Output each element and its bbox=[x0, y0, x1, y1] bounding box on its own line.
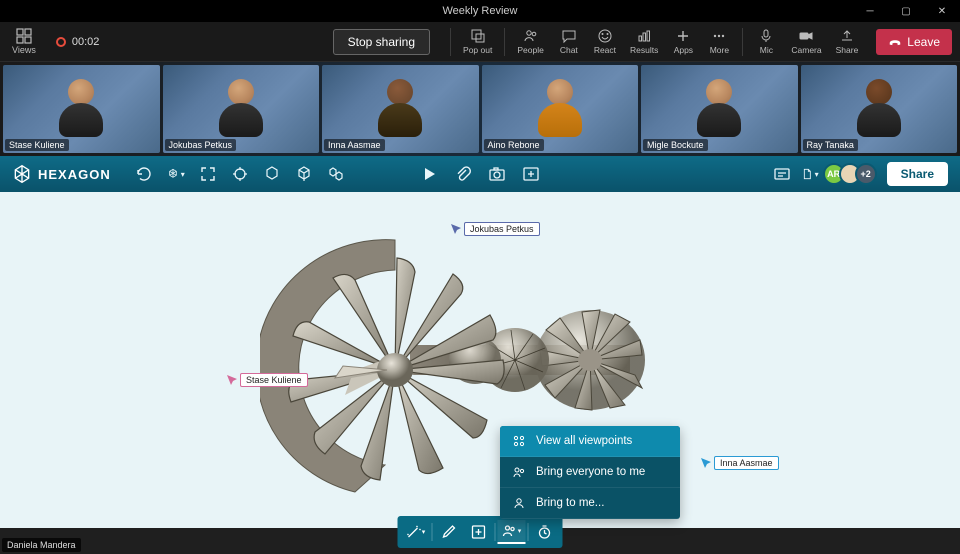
views-label: Views bbox=[12, 45, 36, 55]
bottom-toolbar: ▾ ▾ bbox=[398, 516, 563, 548]
window-title: Weekly Review bbox=[443, 5, 518, 17]
react-button[interactable]: React bbox=[588, 26, 622, 57]
chat-button[interactable]: Chat bbox=[552, 26, 586, 57]
results-button[interactable]: Results bbox=[624, 26, 664, 57]
add-note-icon[interactable] bbox=[465, 520, 493, 544]
menu-item-bring-everyone[interactable]: Bring everyone to me bbox=[500, 457, 680, 488]
cube-single-icon[interactable] bbox=[263, 165, 281, 183]
hexagon-logo[interactable]: HEXAGON bbox=[12, 164, 111, 184]
menu-item-view-all[interactable]: View all viewpoints bbox=[500, 426, 680, 457]
avatar-overflow: +2 bbox=[855, 163, 877, 185]
remote-cursor: Stase Kuliene bbox=[226, 373, 308, 387]
maximize-button[interactable]: ▢ bbox=[888, 0, 924, 22]
play-icon[interactable] bbox=[420, 165, 438, 183]
people-dropdown-icon[interactable]: ▾ bbox=[498, 520, 526, 544]
target-icon[interactable] bbox=[231, 165, 249, 183]
refresh-icon[interactable] bbox=[135, 165, 153, 183]
pen-icon[interactable] bbox=[435, 520, 463, 544]
camera-icon[interactable] bbox=[488, 165, 506, 183]
status-username: Daniela Mandera bbox=[2, 538, 81, 552]
participant-tile[interactable]: Stase Kuliene bbox=[3, 65, 160, 153]
stop-sharing-button[interactable]: Stop sharing bbox=[333, 29, 430, 55]
attach-icon[interactable] bbox=[454, 165, 472, 183]
more-button[interactable]: More bbox=[702, 26, 736, 57]
camera-button[interactable]: Camera bbox=[785, 26, 827, 57]
add-panel-icon[interactable] bbox=[522, 165, 540, 183]
people-button[interactable]: People bbox=[511, 26, 549, 57]
avatar-stack[interactable]: AR +2 bbox=[829, 163, 877, 185]
leave-button[interactable]: Leave bbox=[876, 29, 952, 55]
cube-dropdown-icon[interactable]: ▾ bbox=[167, 165, 185, 183]
participant-tile[interactable]: Aino Rebone bbox=[482, 65, 639, 153]
cube-link-icon[interactable] bbox=[327, 165, 345, 183]
participant-strip: Stase Kuliene Jokubas Petkus Inna Aasmae… bbox=[0, 62, 960, 156]
timer-icon[interactable] bbox=[531, 520, 559, 544]
close-button[interactable]: ✕ bbox=[924, 0, 960, 22]
viewpoints-menu: View all viewpoints Bring everyone to me… bbox=[500, 426, 680, 519]
apps-button[interactable]: Apps bbox=[666, 26, 700, 57]
participant-tile[interactable]: Jokubas Petkus bbox=[163, 65, 320, 153]
recording-indicator: 00:02 bbox=[56, 36, 100, 48]
menu-item-bring-one[interactable]: Bring to me... bbox=[500, 488, 680, 519]
messages-icon[interactable] bbox=[773, 165, 791, 183]
participant-tile[interactable]: Inna Aasmae bbox=[322, 65, 479, 153]
hexagon-toolbar: HEXAGON ▾ ▾ AR +2 Share bbox=[0, 156, 960, 192]
mic-button[interactable]: Mic bbox=[749, 26, 783, 57]
participant-tile[interactable]: Migle Bockute bbox=[641, 65, 798, 153]
record-icon bbox=[56, 37, 66, 47]
wand-dropdown-icon[interactable]: ▾ bbox=[402, 520, 430, 544]
share-button-top[interactable]: Share bbox=[830, 26, 865, 57]
participant-tile[interactable]: Ray Tanaka bbox=[801, 65, 958, 153]
popout-button[interactable]: Pop out bbox=[457, 26, 498, 57]
recording-time: 00:02 bbox=[72, 36, 100, 48]
document-dropdown-icon[interactable]: ▾ bbox=[801, 165, 819, 183]
views-button[interactable]: Views bbox=[8, 26, 40, 57]
fullscreen-icon[interactable] bbox=[199, 165, 217, 183]
minimize-button[interactable]: ─ bbox=[852, 0, 888, 22]
model-canvas[interactable] bbox=[0, 192, 960, 528]
share-button[interactable]: Share bbox=[887, 162, 948, 186]
remote-cursor: Inna Aasmae bbox=[700, 456, 779, 470]
remote-cursor: Jokubas Petkus bbox=[450, 222, 540, 236]
cube-wire-icon[interactable] bbox=[295, 165, 313, 183]
